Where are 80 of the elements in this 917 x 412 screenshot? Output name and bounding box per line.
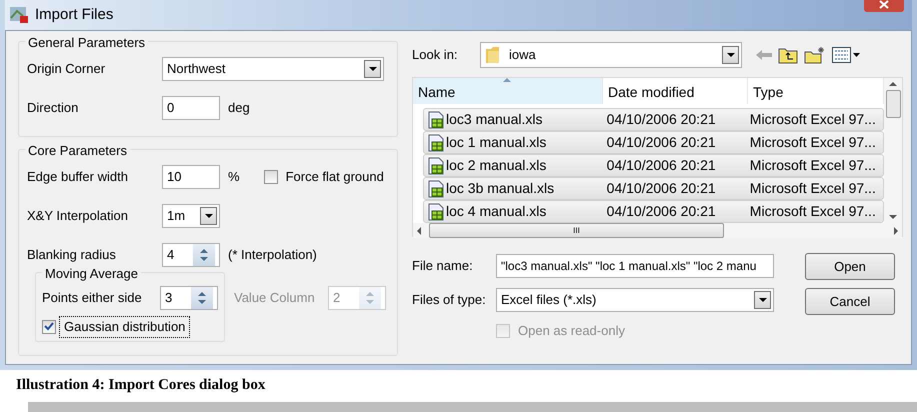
file-name: loc 1 manual.xls <box>446 133 546 152</box>
checkbox[interactable] <box>42 320 56 334</box>
field-label: Files of type: <box>412 291 487 310</box>
vertical-scrollbar[interactable] <box>884 78 902 223</box>
checkbox-label: Force flat ground <box>286 168 384 186</box>
file-name: loc 4 manual.xls <box>446 202 546 221</box>
caret-icon <box>368 67 376 71</box>
look-in-dropdown[interactable]: iowa <box>480 42 742 68</box>
file-row[interactable]: loc 2 manual.xls 04/10/2006 20:21 Microsoft Excel 97... <box>423 154 884 177</box>
file-name-field[interactable]: "loc3 manual.xls" "loc 1 manual.xls" "loc 2 manu <box>496 254 774 278</box>
field-label: Direction <box>27 99 80 118</box>
spreadsheet-icon <box>428 134 444 152</box>
interpolation-dropdown[interactable]: 1m <box>162 204 220 228</box>
file-type: Microsoft Excel 97... <box>748 202 877 221</box>
file-row[interactable]: loc 4 manual.xls 04/10/2006 20:21 Microsoft Excel 97... <box>423 200 884 223</box>
scroll-left-icon[interactable] <box>417 226 421 234</box>
caret-icon <box>726 53 734 57</box>
spreadsheet-icon <box>428 110 444 128</box>
spreadsheet-icon <box>428 180 444 198</box>
folder-up-icon[interactable] <box>778 46 798 64</box>
new-folder-icon[interactable] <box>804 46 826 64</box>
caret-icon <box>758 298 766 302</box>
checkbox[interactable] <box>264 170 278 184</box>
checkbox-label: Gaussian distribution <box>60 317 190 336</box>
dialog-button[interactable]: Cancel <box>805 288 895 315</box>
points-spinbox[interactable]: 3 <box>160 286 218 310</box>
field-label: X&Y Interpolation <box>27 207 129 226</box>
unit-label: % <box>228 168 240 186</box>
app-icon <box>9 6 29 24</box>
spreadsheet-icon <box>428 156 444 174</box>
checkbox-label: Open as read-only <box>518 322 625 340</box>
field-label: Blanking radius <box>27 246 117 264</box>
sort-arrow-icon <box>503 78 511 82</box>
file-type: Microsoft Excel 97... <box>748 156 877 175</box>
dialog-button[interactable]: Open <box>805 253 895 280</box>
spreadsheet-icon <box>428 202 444 220</box>
date-modified: 04/10/2006 20:21 <box>606 179 717 198</box>
caret-icon <box>204 214 212 218</box>
horizontal-scrollbar[interactable]: III <box>413 223 902 238</box>
date-modified: 04/10/2006 20:21 <box>606 133 717 152</box>
origin-dropdown[interactable]: Northwest <box>162 57 384 81</box>
date-modified: 04/10/2006 20:21 <box>606 202 717 221</box>
file-type: Microsoft Excel 97... <box>748 179 877 198</box>
blanking-spinbox[interactable]: 4 <box>162 243 220 267</box>
file-name: loc 3b manual.xls <box>446 179 554 198</box>
column-header[interactable]: Name <box>413 78 603 104</box>
window-title: Import Files <box>35 4 114 25</box>
field-label: Edge buffer width <box>27 168 129 186</box>
scroll-right-icon[interactable] <box>894 226 898 234</box>
field-label: Value Column <box>234 289 316 308</box>
folder-icon <box>485 46 501 64</box>
file-name: loc 2 manual.xls <box>446 156 546 175</box>
file-row[interactable]: loc 3b manual.xls 04/10/2006 20:21 Microsoft Excel 97... <box>423 177 884 200</box>
file-row[interactable]: loc 1 manual.xls 04/10/2006 20:21 Microsoft Excel 97... <box>423 131 884 154</box>
file-name: loc3 manual.xls <box>446 110 542 129</box>
field-label: Origin Corner <box>27 60 106 78</box>
scroll-down-icon[interactable] <box>889 215 897 219</box>
file-type: Microsoft Excel 97... <box>748 133 877 152</box>
spin-arrows-icon <box>198 290 206 306</box>
date-modified: 04/10/2006 20:21 <box>606 110 717 129</box>
file-type-dropdown[interactable]: Excel files (*.xls) <box>496 288 774 312</box>
edge-buffer-field[interactable]: 10 <box>162 165 220 189</box>
view-menu-icon[interactable] <box>832 47 860 63</box>
scroll-thumb[interactable]: III <box>429 223 724 238</box>
scroll-thumb[interactable] <box>886 90 900 118</box>
file-row[interactable]: loc3 manual.xls 04/10/2006 20:21 Microsoft Excel 97... <box>423 108 884 131</box>
figure-caption: Illustration 4: Import Cores dialog box <box>15 376 266 395</box>
field-label: File name: <box>412 257 474 276</box>
spin-arrows-icon <box>200 247 208 263</box>
field-label: Look in: <box>412 46 459 64</box>
close-icon[interactable] <box>864 0 904 12</box>
file-type: Microsoft Excel 97... <box>748 110 877 129</box>
note-label: (* Interpolation) <box>228 246 317 264</box>
column-header[interactable]: Date modified <box>603 78 748 104</box>
unit-label: deg <box>228 99 250 118</box>
date-modified: 04/10/2006 20:21 <box>606 156 717 175</box>
scroll-up-icon[interactable] <box>889 82 897 86</box>
direction-field[interactable]: 0 <box>162 96 220 120</box>
field-label: Points either side <box>42 289 143 308</box>
spin-arrows-icon <box>366 290 374 306</box>
